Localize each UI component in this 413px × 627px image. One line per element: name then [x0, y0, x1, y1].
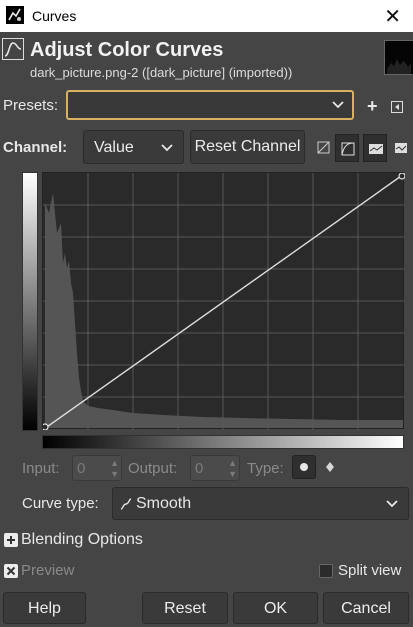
corner-point-type-button[interactable] [320, 457, 340, 477]
decrement-icon[interactable]: ▼ [228, 469, 237, 479]
linear-histogram-icon[interactable] [313, 137, 335, 159]
reset-button[interactable]: Reset [142, 592, 228, 624]
output-label: Output: [128, 460, 178, 477]
add-preset-icon[interactable]: + [367, 96, 378, 117]
increment-icon[interactable]: ▲ [110, 458, 119, 468]
ok-button[interactable]: OK [233, 592, 318, 624]
smooth-point-type-button[interactable] [292, 455, 316, 479]
image-thumbnail [384, 40, 413, 75]
help-button[interactable]: Help [3, 592, 86, 624]
curves-icon [2, 38, 24, 60]
output-value: 0 [195, 460, 204, 477]
split-view-label: Split view [338, 562, 402, 579]
chevron-down-icon [161, 144, 173, 152]
cancel-button[interactable]: Cancel [323, 592, 409, 624]
blending-options-label: Blending Options [21, 531, 143, 548]
input-label: Input: [22, 460, 60, 477]
dialog-title: Adjust Color Curves [30, 39, 224, 61]
app-icon [6, 6, 24, 24]
presets-label: Presets: [3, 97, 59, 114]
curves-graph[interactable] [41, 172, 406, 431]
corner-point-icon [326, 462, 334, 472]
smooth-point-icon [300, 463, 308, 471]
increment-icon[interactable]: ▲ [228, 458, 237, 468]
chevron-down-icon [332, 101, 344, 109]
presets-combo[interactable] [66, 90, 354, 120]
preset-menu-icon[interactable] [391, 100, 403, 118]
image-subtitle: dark_picture.png-2 ([dark_picture] (impo… [30, 65, 293, 80]
curve-type-combo[interactable]: Smooth [112, 487, 409, 520]
input-gradient-bar [42, 435, 404, 449]
type-label: Type: [247, 460, 284, 477]
expand-icon [4, 533, 18, 547]
decrement-icon[interactable]: ▼ [110, 469, 119, 479]
channel-combo[interactable]: Value [83, 130, 184, 164]
close-icon[interactable]: ✕ [384, 4, 401, 29]
natural-curve-icon[interactable] [363, 134, 387, 162]
channel-value: Value [94, 139, 134, 156]
input-value: 0 [77, 460, 86, 477]
blending-expander[interactable]: Blending Options [4, 530, 164, 550]
output-spinner[interactable]: 0 ▲ ▼ [190, 455, 240, 481]
smooth-curve-icon [120, 498, 132, 510]
histogram [45, 193, 403, 428]
curve-type-value: Smooth [136, 495, 192, 512]
window-titlebar: Curves ✕ [0, 0, 413, 32]
log-histogram-icon[interactable] [335, 134, 359, 162]
checkbox-unchecked-icon [319, 564, 333, 578]
curve-type-label: Curve type: [22, 495, 99, 512]
reset-channel-button[interactable]: Reset Channel [190, 130, 305, 164]
channel-label: Channel: [3, 139, 68, 156]
preview-label: Preview [21, 562, 75, 579]
preview-toggle[interactable]: Preview [4, 561, 104, 581]
curve-point[interactable] [398, 172, 406, 180]
window-title: Curves [32, 8, 77, 24]
curve-point[interactable] [41, 423, 49, 431]
output-gradient-bar [22, 172, 38, 431]
split-view-toggle[interactable]: Split view [319, 561, 413, 581]
input-spinner[interactable]: 0 ▲ ▼ [72, 455, 122, 481]
freehand-curve-icon[interactable] [390, 137, 412, 159]
chevron-down-icon [386, 500, 398, 508]
checkbox-checked-icon [4, 564, 18, 578]
